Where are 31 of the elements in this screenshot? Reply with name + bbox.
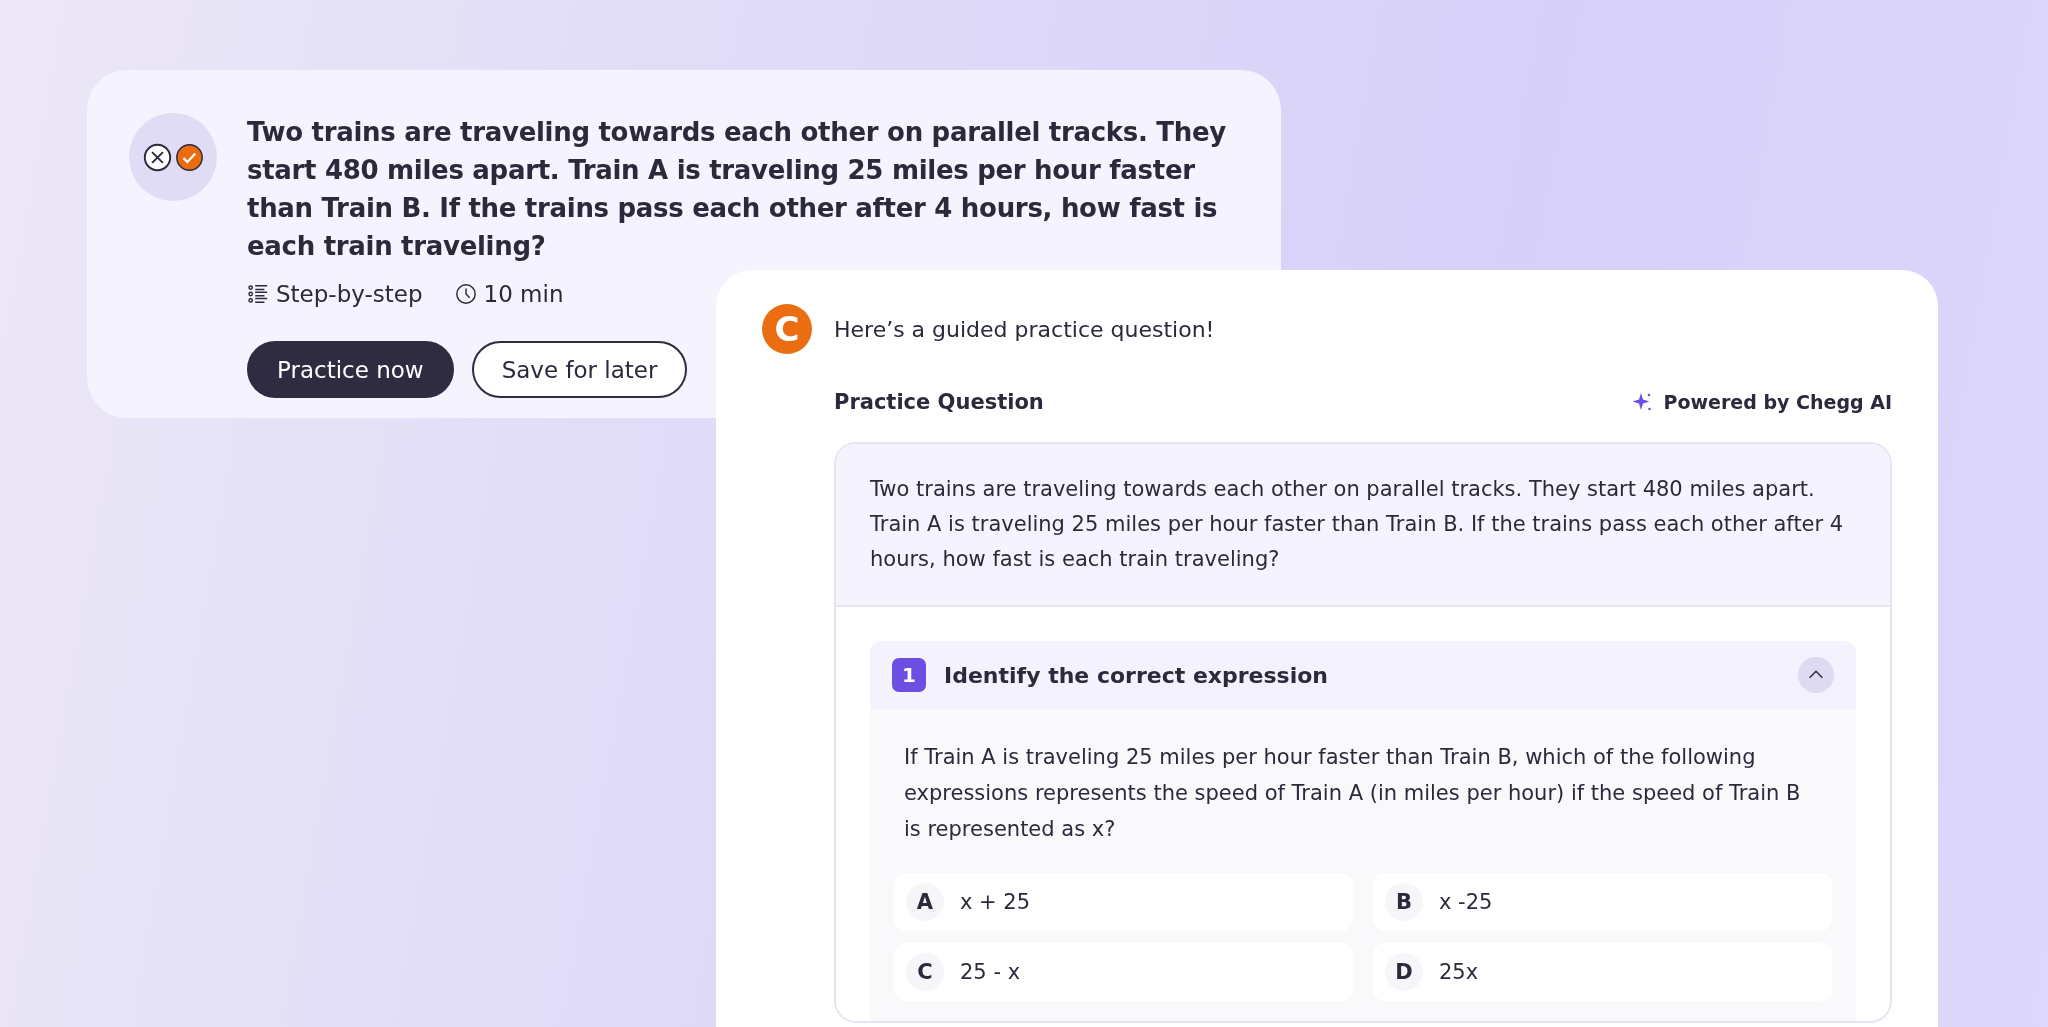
question-title: Two trains are traveling towards each other on parallel tracks. They start 480 miles apart. Train A is traveling 25 miles per hour faster than Train B. If the trains pass each other after 4 hours, how fast is each train traveling? <box>247 116 1227 263</box>
powered-by-label: Powered by Chegg AI <box>1663 391 1892 413</box>
step-prompt: If Train A is traveling 25 miles per hour faster than Train B, which of the following expressions represents the speed of Train A (in miles per hour) if the speed of Train B is represented as x? <box>904 744 1802 843</box>
check-circle-icon <box>174 142 204 172</box>
question-text: Two trains are traveling towards each other on parallel tracks. They start 480 miles apart. Train A is traveling 25 miles per hour faster than Train B. If the trains pass each other after 4 hours, how fast is each train traveling? <box>836 444 1890 607</box>
collapse-button[interactable] <box>1798 657 1834 693</box>
option-text: x -25 <box>1439 890 1493 914</box>
answer-option[interactable]: D 25x <box>1373 943 1832 1001</box>
clock-icon <box>454 283 477 305</box>
practice-button[interactable]: Practice now <box>247 341 454 398</box>
save-button[interactable]: Save for later <box>471 341 688 398</box>
answer-option[interactable]: B x -25 <box>1373 873 1832 931</box>
cross-circle-icon <box>142 142 172 172</box>
section-heading: Practice Question <box>834 390 1044 414</box>
option-letter: C <box>906 953 944 991</box>
avatar-logo: C <box>762 304 812 354</box>
option-text: 25 - x <box>960 960 1021 984</box>
list-icon <box>247 283 269 305</box>
answer-option[interactable]: C 25 - x <box>894 943 1353 1001</box>
option-text: x + 25 <box>960 890 1031 914</box>
step-header[interactable]: 1 Identify the correct expression <box>870 641 1856 709</box>
option-text: 25x <box>1439 960 1479 984</box>
meta-label: 10 min <box>483 281 564 307</box>
chat-message: Here’s a guided practice question! <box>834 316 1215 342</box>
option-letter: D <box>1385 953 1423 991</box>
option-letter: A <box>906 883 944 921</box>
step-title: Identify the correct expression <box>944 662 1330 688</box>
meta-label: Step-by-step <box>276 281 423 307</box>
option-letter: B <box>1385 883 1423 921</box>
step-number: 1 <box>892 658 926 692</box>
answer-option[interactable]: A x + 25 <box>894 873 1353 931</box>
